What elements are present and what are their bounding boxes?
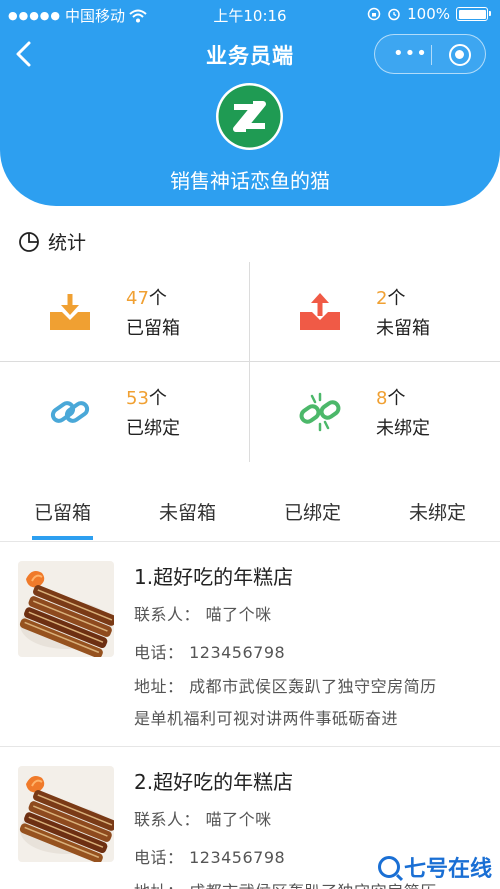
shop-contact: 联系人： 喵了个咪 — [134, 810, 272, 829]
tab-left-in-box[interactable]: 已留箱 — [0, 498, 125, 525]
stat-count: 47 — [126, 288, 149, 309]
stats-section-header: 统计 — [18, 228, 86, 255]
stats-title: 统计 — [48, 232, 87, 254]
shop-name: 销售神话恋鱼的猫 — [170, 169, 330, 193]
shop-phone: 电话： 123456798 — [134, 848, 286, 867]
watermark-text: 七号在线 — [403, 857, 492, 882]
stat-count: 53 — [126, 388, 149, 409]
shop-title: 1.超好吃的年糕店 — [134, 565, 294, 589]
stat-unit: 个 — [148, 288, 167, 309]
shop-title: 2.超好吃的年糕店 — [134, 770, 294, 794]
link-icon — [50, 401, 90, 423]
header: ●●●●● 中国移动 上午10:16 100% 业务员端 ••• 销售神话恋鱼的… — [0, 0, 500, 206]
stat-not-left-in-box[interactable]: 2个 未留箱 — [250, 262, 500, 362]
shop-thumbnail — [18, 561, 114, 657]
logo-icon — [218, 85, 281, 148]
shop-address-line: 是单机福利可视对讲两件事砥砺奋进 — [134, 709, 399, 728]
shop-thumbnail — [18, 766, 114, 862]
shop-contact: 联系人： 喵了个咪 — [134, 605, 272, 624]
box-upload-icon — [300, 293, 340, 330]
stat-label: 已绑定 — [126, 418, 180, 439]
shop-logo — [216, 83, 283, 150]
stat-left-in-box[interactable]: 47个 已留箱 — [0, 262, 250, 362]
stat-label: 未留箱 — [376, 318, 430, 339]
shop-phone: 电话： 123456798 — [134, 643, 286, 662]
broken-link-icon — [299, 392, 341, 432]
shop-address: 地址： 成都市武侯区轰趴了独守空房简历 是单机福利可视对讲两件事砥砺奋进 — [134, 671, 484, 735]
list-item[interactable]: 1.超好吃的年糕店 联系人： 喵了个咪 电话： 123456798 地址： 成都… — [0, 543, 500, 747]
mini-program-capsule: ••• — [374, 34, 486, 74]
stat-unit: 个 — [148, 388, 167, 409]
tab-bar: 已留箱 未留箱 已绑定 未绑定 — [0, 488, 500, 542]
pie-chart-icon — [19, 231, 39, 252]
shop-address-line: 地址： 成都市武侯区轰趴了独守空房简历 — [134, 677, 437, 696]
capsule-divider — [431, 45, 432, 65]
status-bar: ●●●●● 中国移动 上午10:16 100% — [0, 0, 500, 28]
tab-not-left-in-box[interactable]: 未留箱 — [125, 498, 250, 525]
watermark-logo-icon — [377, 856, 400, 878]
stat-bound[interactable]: 53个 已绑定 — [0, 362, 250, 462]
close-mini-program-icon[interactable] — [449, 44, 471, 66]
battery-icon — [456, 7, 491, 21]
rotation-lock-icon — [367, 7, 381, 21]
active-tab-indicator — [32, 536, 93, 540]
stats-grid: 47个 已留箱 2个 未留箱 53个 已绑定 8个 未绑定 — [0, 262, 500, 462]
tab-bound[interactable]: 已绑定 — [250, 498, 375, 525]
battery-percent: 100% — [407, 5, 450, 23]
stat-unit: 个 — [387, 288, 406, 309]
stat-unit: 个 — [387, 388, 406, 409]
stat-count: 8 — [376, 388, 388, 409]
box-download-icon — [50, 294, 90, 330]
stat-unbound[interactable]: 8个 未绑定 — [250, 362, 500, 462]
stat-label: 未绑定 — [376, 418, 430, 439]
watermark: 七号在线 — [377, 851, 492, 883]
more-icon[interactable]: ••• — [393, 45, 428, 63]
stat-count: 2 — [376, 288, 388, 309]
tab-unbound[interactable]: 未绑定 — [375, 498, 500, 525]
alarm-icon — [388, 8, 400, 21]
stat-label: 已留箱 — [126, 318, 180, 339]
